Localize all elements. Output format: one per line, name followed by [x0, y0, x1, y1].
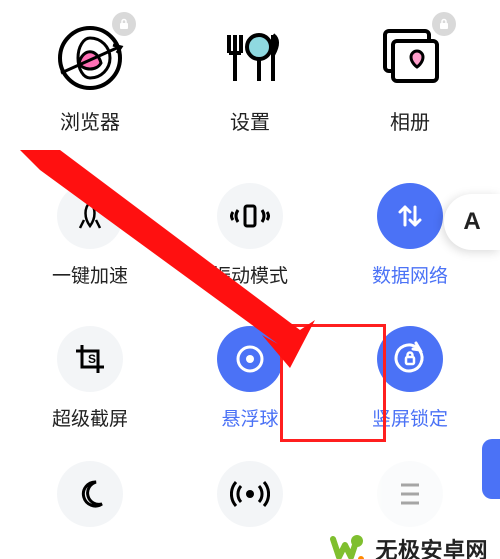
data-arrows-icon [377, 183, 443, 249]
toggle-extra[interactable] [350, 461, 470, 527]
toggle-row: S 超级截屏 悬浮球 竖屏锁定 [0, 326, 500, 431]
browser-icon [50, 18, 130, 98]
toggle-label: 振动模式 [212, 261, 288, 288]
gallery-icon [370, 18, 450, 98]
target-icon [217, 326, 283, 392]
moon-icon [57, 461, 123, 527]
toggle-boost[interactable]: 一键加速 [30, 183, 150, 288]
toggle-label: 一键加速 [52, 261, 128, 288]
toggle-floatball[interactable]: 悬浮球 [190, 326, 310, 431]
toggle-label: 超级截屏 [52, 404, 128, 431]
hotspot-icon [217, 461, 283, 527]
lock-icon [112, 12, 136, 36]
svg-text:S: S [88, 352, 96, 366]
lock-icon [432, 12, 456, 36]
toggle-label: 竖屏锁定 [372, 404, 448, 431]
toggle-row: 一键加速 振动模式 数据网络 [0, 183, 500, 288]
toggle-vibrate[interactable]: 振动模式 [190, 183, 310, 288]
vibrate-icon [217, 183, 283, 249]
app-browser[interactable]: 浏览器 [30, 18, 150, 135]
toggle-label: 数据网络 [372, 261, 448, 288]
watermark-text: 无极安卓网 [375, 533, 488, 559]
toggle-screenshot[interactable]: S 超级截屏 [30, 326, 150, 431]
watermark-logo-icon [329, 529, 369, 559]
app-row: 浏览器 设置 相册 [0, 18, 500, 135]
rocket-icon [57, 183, 123, 249]
accessibility-button[interactable]: A [444, 194, 500, 250]
watermark: 无极安卓网 [329, 529, 488, 559]
app-gallery[interactable]: 相册 [350, 18, 470, 135]
placeholder-icon [377, 461, 443, 527]
crop-icon: S [57, 326, 123, 392]
app-label: 相册 [390, 106, 430, 135]
toggle-night[interactable] [30, 461, 150, 527]
portrait-lock-icon [377, 326, 443, 392]
toggle-hotspot[interactable] [190, 461, 310, 527]
cutlery-icon [210, 18, 290, 98]
app-settings[interactable]: 设置 [190, 18, 310, 135]
toggle-portrait-lock[interactable]: 竖屏锁定 [350, 326, 470, 431]
app-label: 设置 [230, 106, 270, 135]
app-label: 浏览器 [60, 106, 120, 135]
accessibility-label: A [463, 208, 480, 236]
side-handle[interactable] [482, 439, 500, 499]
toggle-label: 悬浮球 [221, 404, 278, 431]
toggle-row [0, 461, 500, 527]
